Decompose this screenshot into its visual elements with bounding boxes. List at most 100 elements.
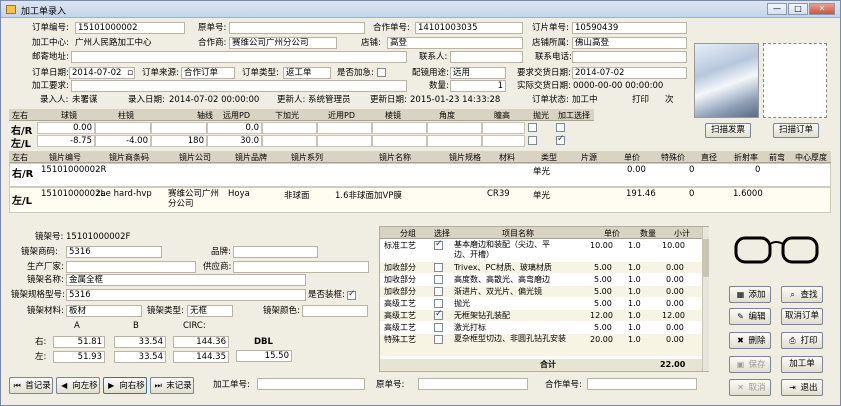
rx-right-height[interactable] (482, 122, 525, 134)
process-row-checkbox[interactable] (434, 263, 443, 272)
cancel-button[interactable]: ✕ 取消 (729, 379, 771, 396)
rx-right-angle[interactable] (427, 122, 482, 134)
process-scrollbar[interactable] (702, 227, 709, 371)
cancel-order-button[interactable]: 取消订单 (781, 308, 823, 325)
rx-left-add[interactable] (262, 135, 317, 147)
frame-supplier-field[interactable] (233, 261, 369, 273)
process-order-button[interactable]: 加工单 (781, 356, 823, 373)
partner-field[interactable]: 赛维公司广州分公司 (229, 37, 337, 49)
contract-no-search-field[interactable] (587, 378, 697, 390)
process-row[interactable]: 高级工艺 激光打标 5.00 1.0 0.00 (380, 322, 702, 333)
lens-row-right[interactable]: 右/R 15101000002R 单光 0.00 0 0 (9, 163, 831, 187)
scan-image-2[interactable] (763, 43, 827, 118)
next-record-button[interactable]: ▶ 向右移 (103, 377, 147, 394)
rx-right-axis[interactable] (151, 122, 207, 134)
frame-maker-field[interactable] (66, 261, 196, 273)
delete-button[interactable]: ✖ 删除 (729, 332, 771, 349)
lens-row-left[interactable]: 左/L 15101000002L zae hard-hvp 赛维公司广州分公司 … (9, 187, 831, 213)
address-field[interactable] (71, 51, 407, 63)
add-button[interactable]: ▦ 添加 (729, 286, 771, 303)
shop-field[interactable]: 高登 (387, 37, 523, 49)
rx-right-sph[interactable]: 0.00 (37, 122, 95, 134)
prev-record-button[interactable]: ◀ 向左移 (56, 377, 100, 394)
rx-right-proc-checkbox[interactable] (556, 123, 565, 132)
frame-left-a[interactable]: 51.93 (53, 351, 105, 363)
frame-left-circ[interactable]: 144.35 (173, 351, 229, 363)
process-row[interactable]: 加收部分 渐进片、双光片、偏光镜 5.00 1.0 0.00 (380, 286, 702, 297)
use-field[interactable]: 远用 (450, 67, 506, 79)
frame-mounted-checkbox[interactable] (347, 289, 356, 300)
process-row-checkbox[interactable] (434, 309, 443, 320)
rx-left-cyl[interactable]: -4.00 (95, 135, 151, 147)
edit-button[interactable]: ✎ 编辑 (729, 308, 771, 325)
scan-invoice-button[interactable]: 扫描发票 (705, 123, 751, 138)
shop-area-field[interactable]: 佛山高登 (572, 37, 687, 49)
process-row-checkbox[interactable] (434, 287, 443, 296)
search-button[interactable]: ⌕ 查找 (781, 286, 823, 303)
rx-left-prism[interactable] (372, 135, 427, 147)
print-button[interactable]: ⎙ 打印 (781, 332, 823, 349)
rx-left-pd[interactable]: 30.0 (207, 135, 262, 147)
frame-material-field[interactable]: 板材 (66, 305, 142, 317)
calendar-icon[interactable]: ▫ (127, 68, 136, 78)
process-row[interactable]: 高级工艺 抛光 5.00 1.0 0.00 (380, 298, 702, 309)
process-row-checkbox[interactable] (434, 299, 443, 308)
scroll-thumb[interactable] (703, 239, 709, 277)
contact-field[interactable] (450, 51, 523, 63)
frame-dbl-field[interactable]: 15.50 (236, 350, 292, 362)
maximize-button[interactable]: □ (788, 3, 808, 15)
first-record-button[interactable]: ⏮ 首记录 (9, 377, 53, 394)
rx-right-add[interactable] (262, 122, 317, 134)
process-row-checkbox[interactable] (434, 335, 443, 344)
frame-brand-field[interactable] (233, 246, 318, 258)
close-button[interactable]: ✕ (809, 3, 835, 15)
type-field[interactable]: 返工单 (283, 67, 331, 79)
process-row[interactable]: 标准工艺 基本磨边和装配（尖边、平边、开槽） 10.00 1.0 10.00 (380, 239, 702, 261)
rx-right-polish-checkbox[interactable] (528, 123, 537, 132)
orig-no-search-field[interactable] (418, 378, 528, 390)
last-record-button[interactable]: ⏭ 末记录 (150, 377, 194, 394)
source-field[interactable]: 合作订单 (181, 67, 235, 79)
frame-right-b[interactable]: 33.54 (114, 336, 166, 348)
scan-order-button[interactable]: 扫描订单 (773, 123, 819, 138)
phone-field[interactable] (572, 51, 687, 63)
orig-no-field[interactable] (229, 22, 365, 34)
piece-no-field[interactable]: 10590439 (572, 22, 687, 34)
rx-left-npd[interactable] (317, 135, 372, 147)
frame-right-a[interactable]: 51.81 (53, 336, 105, 348)
qty-field[interactable]: 1 (450, 80, 506, 92)
proc-no-search-field[interactable] (257, 378, 365, 390)
save-button[interactable]: ▣ 保存 (729, 356, 771, 373)
process-row[interactable]: 特殊工艺 夏杂框型切边、非圆孔钻孔安装 20.00 1.0 0.00 (380, 334, 702, 356)
rx-left-sph[interactable]: -8.75 (37, 135, 95, 147)
process-row[interactable]: 加收部分 Trivex、PC材质、玻璃材质 5.00 1.0 0.00 (380, 262, 702, 273)
process-row[interactable]: 高级工艺 无框架钻孔装配 12.00 1.0 12.00 (380, 309, 702, 321)
rx-left-height[interactable] (482, 135, 525, 147)
order-date-field[interactable]: 2014-07-02 (69, 67, 135, 79)
rx-left-axis[interactable]: 180 (151, 135, 207, 147)
rx-right-prism[interactable] (372, 122, 427, 134)
rx-right-pd[interactable]: 0.0 (207, 122, 262, 134)
frame-model-field[interactable]: 5316 (66, 289, 306, 301)
minimize-button[interactable]: — (767, 3, 787, 15)
rx-left-angle[interactable] (427, 135, 482, 147)
urgent-checkbox[interactable] (377, 68, 386, 77)
frame-barcode-field[interactable]: 5316 (66, 246, 162, 258)
scan-image-1[interactable] (694, 43, 759, 118)
rx-left-proc-checkbox[interactable] (556, 134, 565, 145)
process-row-checkbox[interactable] (434, 323, 443, 332)
rx-right-cyl[interactable] (95, 122, 151, 134)
order-no-field[interactable]: 15101000002 (75, 22, 185, 34)
exit-button[interactable]: ⇥ 退出 (781, 379, 823, 396)
frame-type-field[interactable]: 无框 (187, 305, 233, 317)
process-row-checkbox[interactable] (434, 239, 443, 250)
frame-right-circ[interactable]: 144.36 (173, 336, 229, 348)
process-row[interactable]: 加收部分 高度数、高散光、高弯磨边 5.00 1.0 0.00 (380, 274, 702, 285)
process-row-checkbox[interactable] (434, 275, 443, 284)
rx-left-polish-checkbox[interactable] (528, 136, 537, 145)
req-date-field[interactable]: 2014-07-02 (572, 67, 687, 79)
frame-color-field[interactable] (302, 305, 368, 317)
frame-left-b[interactable]: 33.54 (114, 351, 166, 363)
req-field[interactable] (71, 80, 407, 92)
frame-name-field[interactable]: 金属全框 (66, 274, 306, 286)
